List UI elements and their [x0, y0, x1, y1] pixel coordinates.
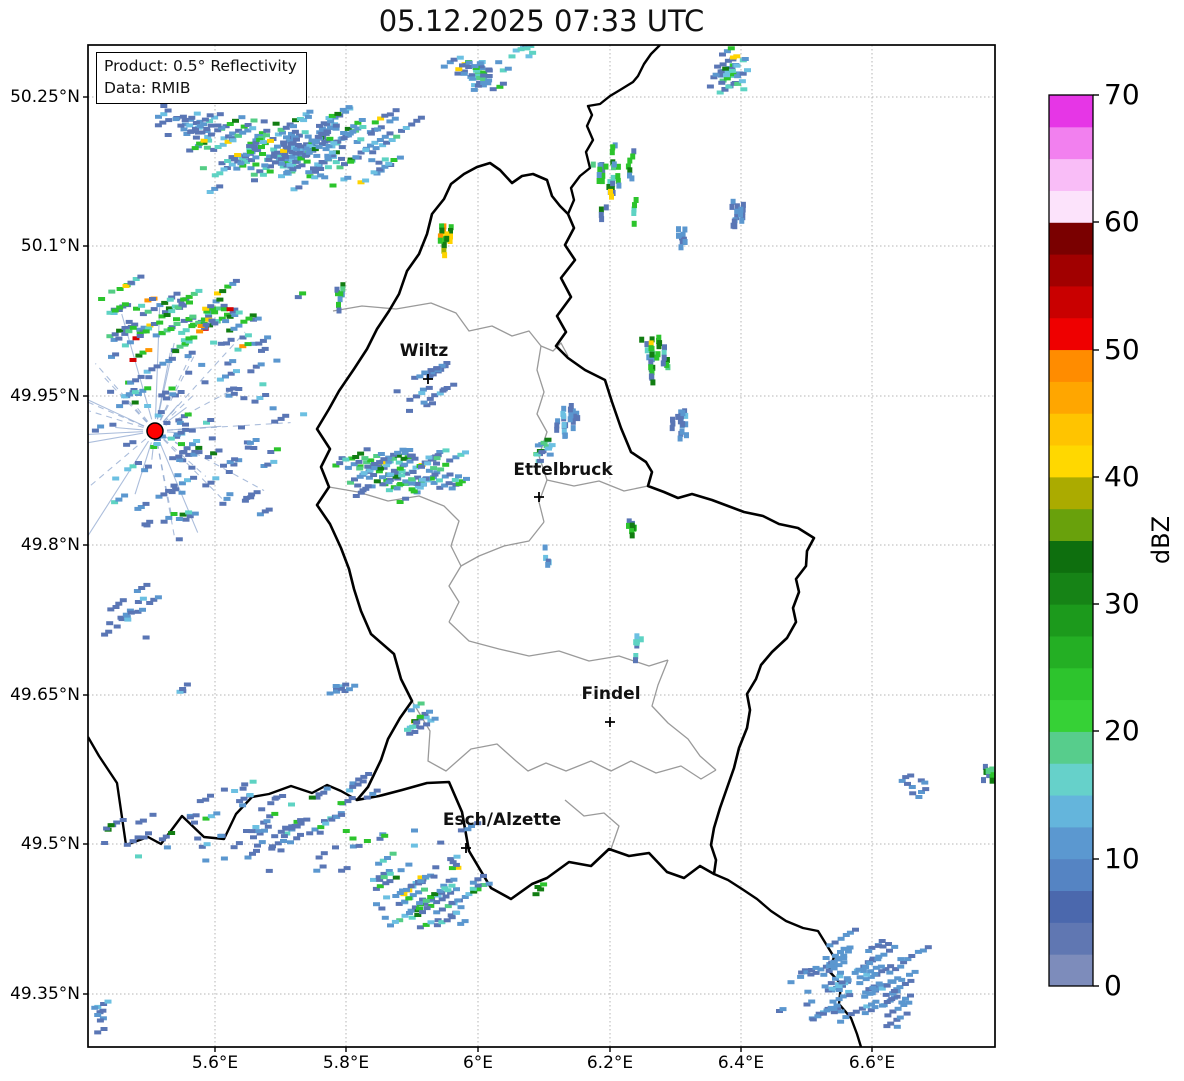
city-label: Esch/Alzette [422, 810, 582, 830]
y-tick-label: 49.5°N [0, 834, 80, 854]
map-canvas [0, 0, 1184, 1081]
product-info-box: Product: 0.5° Reflectivity Data: RMIB [96, 52, 307, 104]
canton-border [547, 480, 648, 491]
gridlines [88, 45, 995, 1047]
plot-frame [88, 45, 995, 1047]
y-tick-label: 49.95°N [0, 386, 80, 406]
canton-border [652, 660, 716, 770]
radar-site-dot [147, 423, 163, 439]
x-tick-label: 6.4°E [696, 1053, 786, 1073]
data-source-line: Data: RMIB [104, 78, 297, 100]
country-border [317, 163, 814, 899]
y-tick-label: 49.8°N [0, 535, 80, 555]
product-line: Product: 0.5° Reflectivity [104, 56, 297, 78]
figure-title: 05.12.2025 07:33 UTC [88, 4, 995, 38]
border-layer [88, 45, 861, 1047]
colorbar-tick-label: 70 [1104, 77, 1140, 113]
y-tick-label: 50.25°N [0, 87, 80, 107]
city-label: Findel [531, 684, 691, 704]
city-marker [605, 717, 615, 727]
radar-figure: 05.12.2025 07:33 UTC Product: 0.5° Refle… [0, 0, 1184, 1081]
city-label: Ettelbruck [483, 460, 643, 480]
y-tick-label: 50.1°N [0, 236, 80, 256]
canton-border [329, 487, 461, 622]
y-tick-label: 49.35°N [0, 984, 80, 1004]
colorbar-unit-label: dBZ [1133, 505, 1184, 575]
x-tick-label: 5.8°E [301, 1053, 391, 1073]
colorbar-tick-label: 20 [1104, 713, 1140, 749]
x-tick-label: 6.2°E [565, 1053, 655, 1073]
y-tick-label: 49.65°N [0, 685, 80, 705]
colorbar-tick-label: 30 [1104, 586, 1140, 622]
x-tick-label: 6.6°E [827, 1053, 917, 1073]
colorbar-tick-label: 50 [1104, 332, 1140, 368]
canton-border [461, 522, 544, 566]
x-tick-label: 5.6°E [170, 1053, 260, 1073]
x-tick-label: 6°E [433, 1053, 523, 1073]
colorbar-tick-label: 40 [1104, 459, 1140, 495]
colorbar [1049, 95, 1099, 987]
city-label: Wiltz [344, 341, 504, 361]
echo-layer [91, 39, 994, 1034]
colorbar-tick-label: 0 [1104, 968, 1122, 1004]
canton-border [412, 701, 716, 779]
colorbar-tick-label: 10 [1104, 841, 1140, 877]
colorbar-tick-label: 60 [1104, 204, 1140, 240]
